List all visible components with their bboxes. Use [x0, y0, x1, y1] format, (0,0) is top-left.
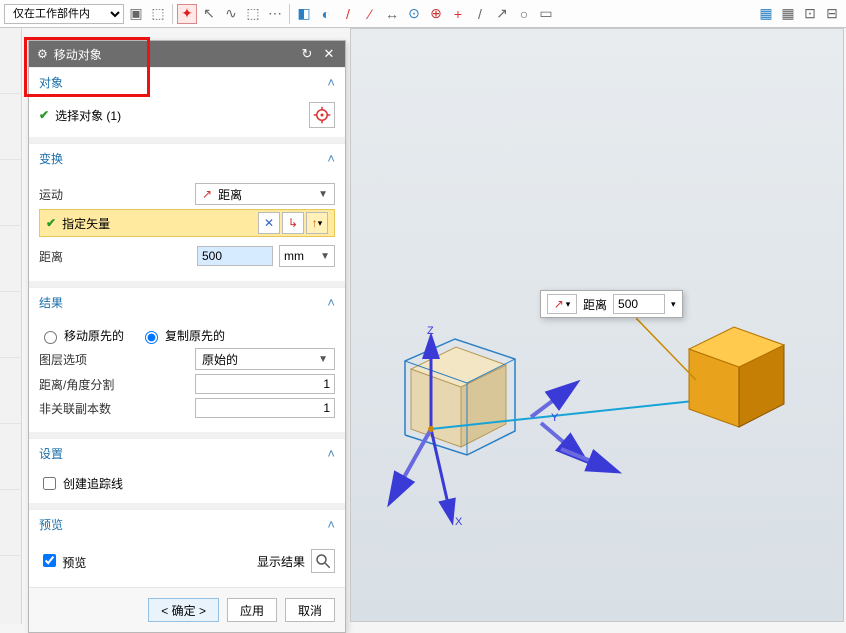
motion-dropdown[interactable]: ↗ 距离 ▼: [195, 183, 335, 205]
distance-unit-dropdown[interactable]: mm ▼: [279, 245, 335, 267]
create-trace-checkbox[interactable]: 创建追踪线: [39, 474, 335, 493]
toolbar-icon[interactable]: ∿: [221, 4, 241, 24]
panel-title: 移动对象: [54, 46, 293, 63]
panel-header[interactable]: ⚙ 移动对象 ↻ ✕: [29, 41, 345, 67]
chevron-up-icon: ˄: [327, 517, 335, 532]
show-result-button[interactable]: [311, 549, 335, 573]
refresh-icon[interactable]: ↻: [299, 46, 315, 62]
distance-label: 距离: [39, 248, 191, 265]
toolbar-icon[interactable]: ⬚: [148, 4, 168, 24]
chevron-down-icon: ▼: [320, 251, 330, 262]
chevron-down-icon: ▼: [318, 354, 328, 365]
check-icon: ✔: [46, 216, 56, 230]
toolbar-icon[interactable]: ↔: [382, 4, 402, 24]
toolbar-icon[interactable]: ◧: [294, 4, 314, 24]
viewport-3d[interactable]: Z Y X: [350, 28, 844, 622]
toolbar-icon[interactable]: ▣: [126, 4, 146, 24]
chevron-down-icon: ▾: [671, 299, 676, 310]
section-result-header[interactable]: 结果 ˄: [29, 288, 345, 317]
nonassoc-copies-label: 非关联副本数: [39, 400, 189, 417]
toolbar-icon[interactable]: ✦: [177, 4, 197, 24]
chevron-up-icon: ˄: [327, 151, 335, 166]
toolbar-icon[interactable]: ↗: [492, 4, 512, 24]
select-object-label: 选择对象 (1): [55, 107, 121, 124]
top-toolbar: 仅在工作部件内 ▣ ⬚ ✦ ↖ ∿ ⬚ ⋯ ◧ ◐ / ⁄ ↔ ⊙ ⊕ + / …: [0, 0, 846, 28]
show-result-label: 显示结果: [257, 553, 305, 570]
selection-filter-dropdown[interactable]: 仅在工作部件内: [4, 4, 124, 24]
svg-text:Z: Z: [427, 325, 434, 337]
svg-text:Y: Y: [551, 412, 559, 424]
float-motion-dropdown[interactable]: ↗ ▾: [547, 294, 577, 314]
gear-icon: ⚙: [37, 47, 48, 61]
vector-two-points-button[interactable]: ✕: [258, 212, 280, 234]
chevron-up-icon: ˄: [327, 446, 335, 461]
distance-input[interactable]: [197, 246, 273, 266]
nonassoc-copies-input[interactable]: [195, 398, 335, 418]
toolbar-icon[interactable]: ⊙: [404, 4, 424, 24]
section-preview-label: 预览: [39, 516, 63, 533]
section-preview-header[interactable]: 预览 ˄: [29, 510, 345, 539]
arrow-icon: ↗: [202, 187, 212, 201]
distance-angle-split-label: 距离/角度分割: [39, 376, 189, 393]
ok-button[interactable]: < 确定 >: [148, 598, 219, 622]
toolbar-icon[interactable]: /: [338, 4, 358, 24]
panel-action-bar: < 确定 > 应用 取消: [29, 587, 345, 632]
toolbar-icon[interactable]: ↖: [199, 4, 219, 24]
section-transform-header[interactable]: 变换 ˄: [29, 144, 345, 173]
apply-button[interactable]: 应用: [227, 598, 277, 622]
vector-axis-dropdown[interactable]: ↑▾: [306, 212, 328, 234]
section-settings-header[interactable]: 设置 ˄: [29, 439, 345, 468]
layer-option-dropdown[interactable]: 原始的 ▼: [195, 348, 335, 370]
toolbar-icon[interactable]: ▦: [756, 4, 776, 24]
distance-unit: mm: [284, 249, 304, 263]
left-rail: [0, 28, 22, 624]
svg-text:X: X: [455, 516, 463, 528]
toolbar-icon[interactable]: ◐: [316, 4, 336, 24]
select-object-button[interactable]: [309, 102, 335, 128]
motion-value: 距离: [218, 186, 242, 203]
cancel-button[interactable]: 取消: [285, 598, 335, 622]
toolbar-icon[interactable]: ○: [514, 4, 534, 24]
toolbar-icon[interactable]: ⊡: [800, 4, 820, 24]
copy-original-radio[interactable]: 复制原先的: [140, 327, 225, 344]
toolbar-icon[interactable]: +: [448, 4, 468, 24]
chevron-up-icon: ˄: [327, 295, 335, 310]
distance-angle-split-input[interactable]: [195, 374, 335, 394]
chevron-down-icon: ▼: [318, 189, 328, 200]
toolbar-icon[interactable]: ▭: [536, 4, 556, 24]
toolbar-icon[interactable]: ⊟: [822, 4, 842, 24]
move-original-radio[interactable]: 移动原先的: [39, 327, 124, 344]
float-distance-input[interactable]: [613, 294, 665, 314]
toolbar-icon[interactable]: ⋯: [265, 4, 285, 24]
section-object-header[interactable]: 对象 ˄: [29, 68, 345, 97]
toolbar-icon[interactable]: /: [470, 4, 490, 24]
specify-vector-label: 指定矢量: [62, 215, 110, 232]
layer-option-value: 原始的: [202, 351, 238, 368]
toolbar-icon[interactable]: ⊕: [426, 4, 446, 24]
arrow-icon: ↗: [554, 297, 564, 311]
specify-vector-row[interactable]: ✔ 指定矢量 ✕ ↳ ↑▾: [39, 209, 335, 237]
section-object-label: 对象: [39, 74, 63, 91]
float-distance-label: 距离: [583, 296, 607, 313]
layer-option-label: 图层选项: [39, 351, 189, 368]
scene-graphic: Z Y X: [351, 29, 844, 622]
floating-distance-control[interactable]: ↗ ▾ 距离 ▾: [540, 290, 683, 318]
chevron-up-icon: ˄: [327, 75, 335, 90]
check-icon: ✔: [39, 108, 49, 122]
preview-checkbox[interactable]: 预览: [39, 551, 86, 571]
chevron-down-icon: ▾: [566, 299, 571, 310]
toolbar-icon[interactable]: ⁄: [360, 4, 380, 24]
section-transform-label: 变换: [39, 150, 63, 167]
toolbar-icon[interactable]: ⬚: [243, 4, 263, 24]
move-object-panel: ⚙ 移动对象 ↻ ✕ 对象 ˄ ✔ 选择对象 (1) 变换 ˄: [28, 40, 346, 633]
section-settings-label: 设置: [39, 445, 63, 462]
motion-label: 运动: [39, 186, 189, 203]
vector-infer-button[interactable]: ↳: [282, 212, 304, 234]
close-icon[interactable]: ✕: [321, 46, 337, 62]
section-result-label: 结果: [39, 294, 63, 311]
toolbar-icon[interactable]: ▦: [778, 4, 798, 24]
